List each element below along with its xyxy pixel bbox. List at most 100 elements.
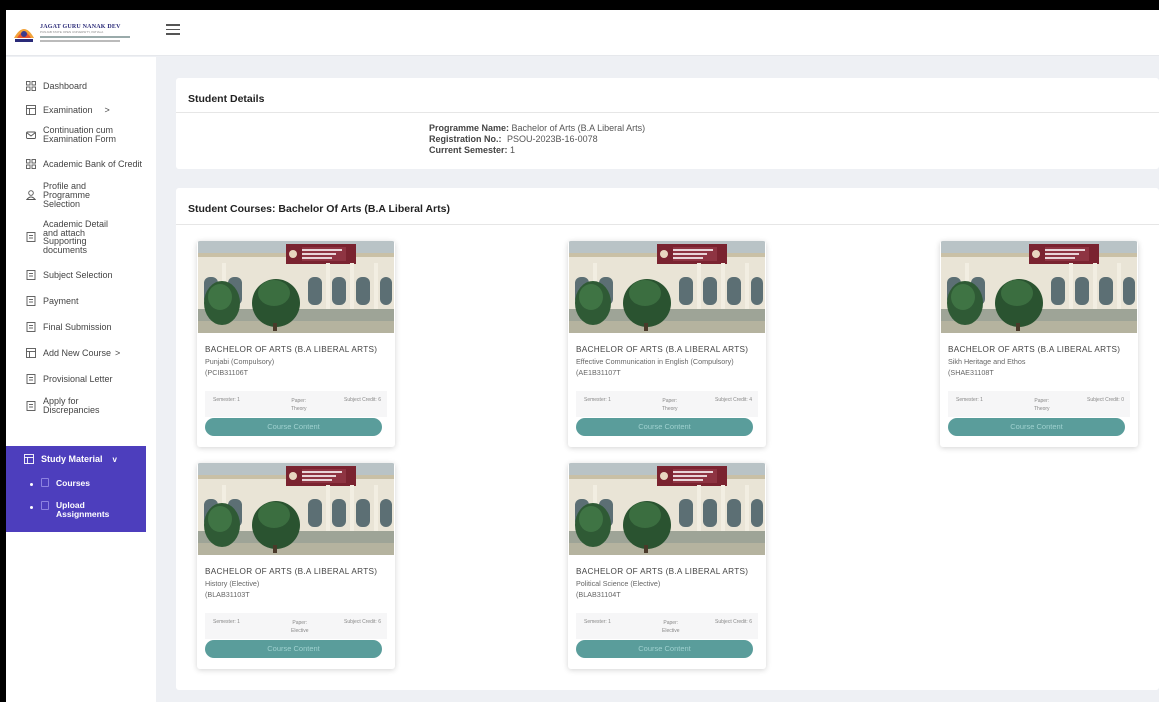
course-content-button[interactable]: Course Content: [205, 418, 382, 436]
paper-text: Paper: Elective: [291, 619, 309, 635]
submenu-label: Courses: [56, 478, 91, 488]
paper-label: Paper:: [663, 620, 679, 626]
course-card: BACHELOR OF ARTS (B.A LIBERAL ARTS) Hist…: [197, 463, 395, 669]
sidebar-item-examination[interactable]: Examination >: [6, 101, 156, 118]
sidebar-item-add-new-course[interactable]: Add New Course >: [6, 344, 156, 361]
document-icon: [26, 232, 36, 242]
sidebar-item-study-material[interactable]: Study Material v Courses Upload Assignme…: [6, 446, 146, 532]
paper-value: Theory: [291, 406, 307, 412]
document-icon: [26, 321, 36, 332]
sidebar: Dashboard Examination > Continuation cum…: [6, 57, 156, 702]
sidebar-item-label: Continuation cum Examination Form: [43, 125, 117, 144]
course-content-button[interactable]: Course Content: [948, 418, 1125, 436]
course-degree: BACHELOR OF ARTS (B.A LIBERAL ARTS): [205, 567, 378, 576]
course-content-button[interactable]: Course Content: [576, 640, 753, 658]
semester-label: Current Semester:: [429, 145, 508, 155]
sidebar-item-label: Apply for Discrepancies: [43, 396, 100, 415]
grid-icon: [26, 158, 36, 169]
submenu-label: Upload Assignments: [56, 500, 110, 519]
course-content-button[interactable]: Course Content: [205, 640, 382, 658]
semester-text: Semester: 1: [584, 619, 611, 625]
sidebar-item-academic-detail[interactable]: Academic Detail and attach Supporting do…: [6, 218, 156, 256]
credit-text: Subject Credit: 4: [715, 397, 752, 403]
grid-icon: [26, 80, 36, 91]
course-subject: Punjabi (Compulsory): [205, 357, 275, 366]
course-card: BACHELOR OF ARTS (B.A LIBERAL ARTS) Sikh…: [940, 241, 1138, 447]
course-code: (SHAE31108T: [948, 368, 994, 377]
document-icon: [26, 373, 36, 384]
campus-image: [941, 241, 1137, 333]
sidebar-item-label: Add New Course: [43, 347, 112, 358]
university-emblem-icon: [14, 29, 34, 42]
course-degree: BACHELOR OF ARTS (B.A LIBERAL ARTS): [948, 345, 1121, 354]
course-subject: Effective Communication in English (Comp…: [576, 357, 734, 366]
paper-label: Paper:: [291, 398, 307, 404]
panel-title: Student Details: [188, 93, 265, 105]
sidebar-item-final-submission[interactable]: Final Submission: [6, 318, 156, 335]
paper-label: Paper:: [292, 620, 308, 626]
campus-image: [569, 241, 765, 333]
sidebar-item-dashboard[interactable]: Dashboard: [6, 77, 156, 94]
table-icon: [26, 347, 36, 358]
course-meta: Semester: 1 Paper: Elective Subject Credi…: [576, 613, 758, 639]
document-icon: [26, 269, 36, 280]
university-subtext: PUNJAB STATE OPEN UNIVERSITY, PATIALA: [40, 30, 104, 34]
course-meta: Semester: 1 Paper: Theory Subject Credit:…: [205, 391, 387, 417]
sidebar-item-label: Academic Bank of Credit: [43, 158, 143, 169]
course-card: BACHELOR OF ARTS (B.A LIBERAL ARTS) Effe…: [568, 241, 766, 447]
course-code: (AE1B31107T: [576, 368, 621, 377]
sidebar-item-profile[interactable]: Profile and Programme Selection: [6, 180, 156, 210]
paper-text: Paper: Theory: [662, 397, 678, 413]
app-window: JAGAT GURU NANAK DEV PUNJAB STATE OPEN U…: [6, 10, 1159, 702]
document-icon: [41, 478, 49, 487]
table-icon: [26, 104, 36, 115]
menu-toggle-icon[interactable]: [166, 24, 180, 36]
sidebar-item-label: Subject Selection: [43, 269, 113, 280]
course-subject: Sikh Heritage and Ethos: [948, 357, 1026, 366]
sidebar-item-apply-discrepancies[interactable]: Apply for Discrepancies: [6, 395, 156, 417]
registration-label: Registration No.:: [429, 134, 502, 144]
semester-text: Semester: 1: [584, 397, 611, 403]
sidebar-item-subject-selection[interactable]: Subject Selection: [6, 266, 156, 283]
submenu-item-courses[interactable]: Courses: [6, 478, 146, 488]
credit-text: Subject Credit: 6: [715, 619, 752, 625]
top-bar: JAGAT GURU NANAK DEV PUNJAB STATE OPEN U…: [6, 10, 1159, 56]
course-content-button[interactable]: Course Content: [576, 418, 753, 436]
sidebar-item-payment[interactable]: Payment: [6, 292, 156, 309]
sidebar-item-academic-bank[interactable]: Academic Bank of Credit: [6, 155, 156, 172]
course-degree: BACHELOR OF ARTS (B.A LIBERAL ARTS): [205, 345, 378, 354]
document-icon: [41, 501, 49, 510]
chevron-right-icon: >: [115, 347, 121, 358]
paper-value: Theory: [662, 406, 678, 412]
divider: [176, 112, 1159, 113]
campus-image: [198, 463, 394, 555]
submenu-item-upload-assignments[interactable]: Upload Assignments: [6, 501, 146, 519]
programme-value: Bachelor of Arts (B.A Liberal Arts): [511, 123, 646, 133]
programme-label: Programme Name:: [429, 123, 510, 133]
credit-text: Subject Credit: 6: [344, 619, 381, 625]
sidebar-item-continuation-form[interactable]: Continuation cum Examination Form: [6, 123, 156, 147]
paper-text: Paper: Theory: [1034, 397, 1050, 413]
course-code: (BLAB31103T: [205, 590, 250, 599]
logo-divider: [40, 40, 120, 42]
course-degree: BACHELOR OF ARTS (B.A LIBERAL ARTS): [576, 345, 749, 354]
bullet-icon: [30, 483, 33, 486]
course-meta: Semester: 1 Paper: Theory Subject Credit:…: [948, 391, 1130, 417]
envelope-icon: [26, 131, 36, 139]
table-icon: [24, 454, 34, 464]
chevron-right-icon: >: [104, 104, 110, 115]
document-icon: [26, 295, 36, 306]
sidebar-item-label: Study Material: [41, 454, 103, 464]
paper-label: Paper:: [1034, 398, 1050, 404]
semester-row: Current Semester: 1: [429, 145, 515, 155]
course-code: (PCIB31106T: [205, 368, 249, 377]
paper-label: Paper:: [662, 398, 678, 404]
university-logo[interactable]: JAGAT GURU NANAK DEV PUNJAB STATE OPEN U…: [12, 16, 152, 50]
paper-text: Paper: Theory: [291, 397, 307, 413]
campus-image: [198, 241, 394, 333]
course-card: BACHELOR OF ARTS (B.A LIBERAL ARTS) Poli…: [568, 463, 766, 669]
course-meta: Semester: 1 Paper: Elective Subject Credi…: [205, 613, 387, 639]
course-subject: Political Science (Elective): [576, 579, 661, 588]
sidebar-item-provisional-letter[interactable]: Provisional Letter: [6, 370, 156, 387]
sidebar-item-label: Final Submission: [43, 321, 112, 332]
